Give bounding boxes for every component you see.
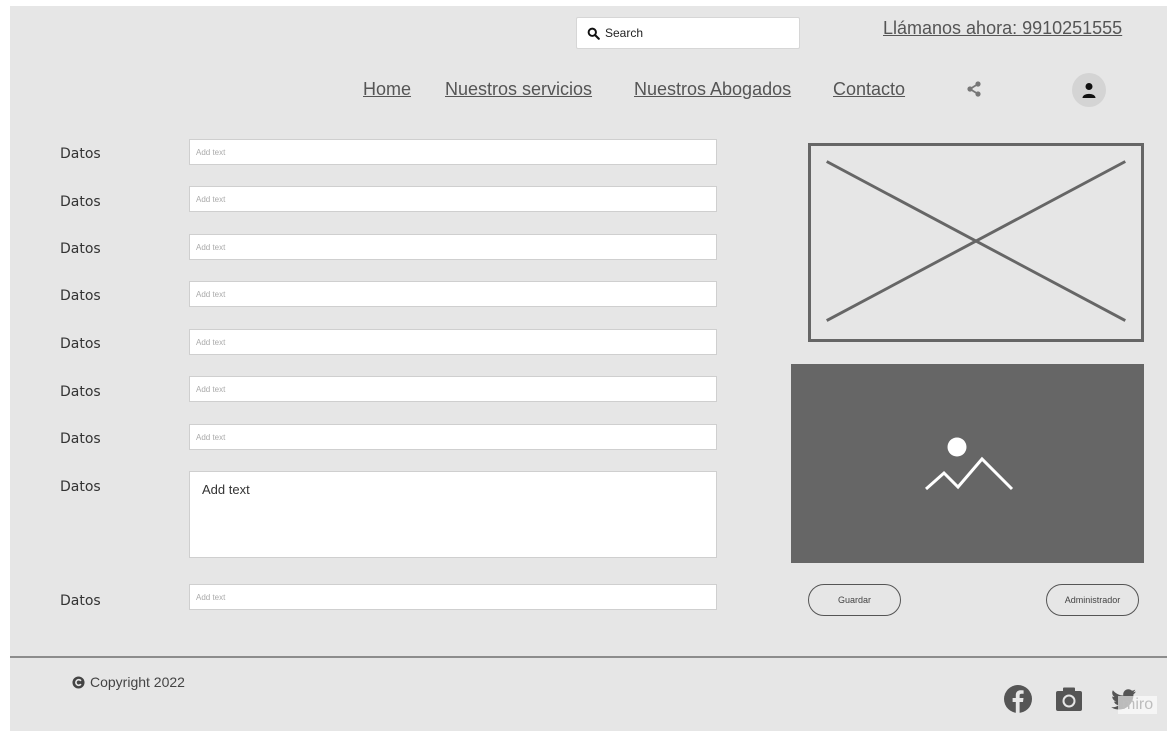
datos-input-4[interactable] [189,281,717,307]
share-icon[interactable] [965,80,983,98]
image-upload-area[interactable] [791,364,1144,563]
field-label: Datos [60,479,101,495]
phone-link[interactable]: Llámanos ahora: 9910251555 [883,18,1122,39]
datos-input-7[interactable] [189,424,717,450]
facebook-icon[interactable] [1003,684,1033,714]
field-label: Datos [60,593,101,609]
field-label: Datos [60,194,101,210]
datos-input-6[interactable] [189,376,717,402]
datos-input-5[interactable] [189,329,717,355]
cross-placeholder-icon [826,160,1126,322]
datos-input-3[interactable] [189,234,717,260]
nav-contacto[interactable]: Contacto [833,79,905,100]
datos-input-1[interactable] [189,139,717,165]
search-input[interactable] [605,26,775,40]
avatar[interactable] [1072,73,1106,107]
search-icon [587,27,600,40]
image-placeholder [808,143,1144,342]
image-icon [925,437,1014,491]
datos-input-9[interactable] [189,584,717,610]
copyright-text: Copyright 2022 [90,674,185,690]
copyright: Copyright 2022 [72,674,185,690]
watermark: miro [1118,696,1158,714]
field-label: Datos [60,288,101,304]
field-label: Datos [60,146,101,162]
save-button[interactable]: Guardar [808,584,901,616]
datos-textarea[interactable] [189,471,717,558]
nav-home[interactable]: Home [363,79,411,100]
field-label: Datos [60,241,101,257]
admin-button[interactable]: Administrador [1046,584,1139,616]
user-icon [1082,83,1096,98]
footer-divider [10,656,1167,658]
nav-servicios[interactable]: Nuestros servicios [445,79,592,100]
field-label: Datos [60,384,101,400]
field-label: Datos [60,431,101,447]
datos-input-2[interactable] [189,186,717,212]
copyright-icon [72,675,85,689]
nav-abogados[interactable]: Nuestros Abogados [634,79,791,100]
camera-icon[interactable] [1054,684,1084,714]
field-label: Datos [60,336,101,352]
search-box[interactable] [576,17,800,49]
